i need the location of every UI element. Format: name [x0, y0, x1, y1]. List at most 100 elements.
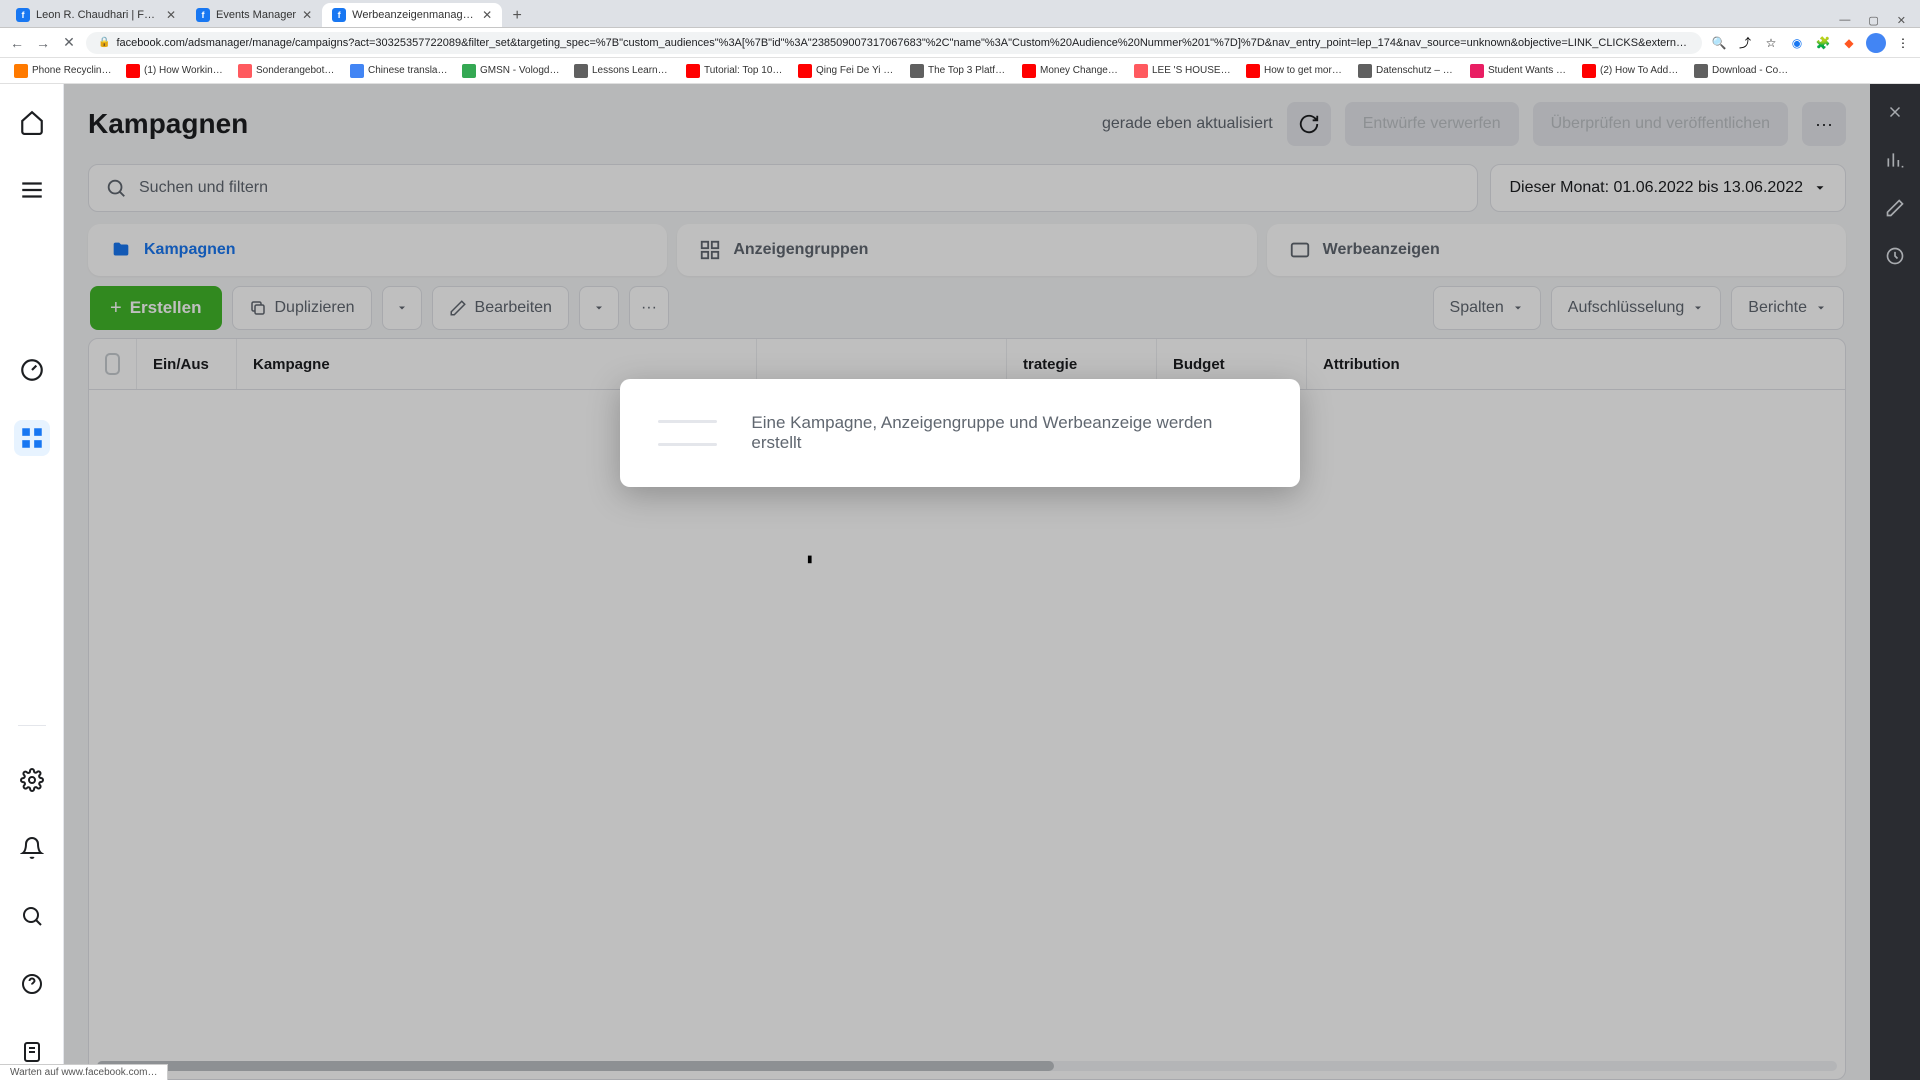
grid-icon — [19, 425, 45, 451]
bookmark-favicon-icon — [1470, 64, 1484, 78]
bell-icon — [20, 836, 44, 860]
bookmark-item[interactable]: Sonderangebot | … — [232, 64, 342, 78]
bookmark-favicon-icon — [1246, 64, 1260, 78]
right-rail-history[interactable] — [1883, 244, 1907, 268]
chrome-menu-icon[interactable]: ⋮ — [1894, 34, 1912, 52]
content-area: Kampagnen gerade eben aktualisiert Entwü… — [64, 84, 1870, 1080]
window-close-icon[interactable]: ✕ — [1897, 14, 1906, 27]
search-icon[interactable]: 🔍 — [1710, 34, 1728, 52]
puzzle-ext-icon[interactable]: 🧩 — [1814, 34, 1832, 52]
bookmark-item[interactable]: The Top 3 Platfor… — [904, 64, 1014, 78]
bookmark-label: Chinese translatio… — [368, 65, 448, 76]
facebook-favicon-icon: f — [16, 8, 30, 22]
rail-settings[interactable] — [14, 762, 50, 798]
bookmark-favicon-icon — [238, 64, 252, 78]
pencil-icon — [1885, 198, 1905, 218]
bookmark-favicon-icon — [126, 64, 140, 78]
bookmark-favicon-icon — [462, 64, 476, 78]
bookmark-label: How to get more v… — [1264, 65, 1344, 76]
creating-modal: Eine Kampagne, Anzeigengruppe und Werbea… — [620, 379, 1300, 487]
spinner-placeholder-icon — [658, 420, 717, 446]
browser-tab-2[interactable]: f Werbeanzeigenmanager - We ✕ — [322, 3, 502, 27]
bookmark-favicon-icon — [910, 64, 924, 78]
modal-backdrop — [64, 84, 1870, 1080]
bookmark-favicon-icon — [1358, 64, 1372, 78]
bookmark-item[interactable]: How to get more v… — [1240, 64, 1350, 78]
cursor-indicator: ▮ — [807, 554, 813, 565]
home-icon — [19, 109, 45, 135]
bookmarks-bar: Phone Recycling… (1) How Working a… Sond… — [0, 58, 1920, 84]
browser-tab-1[interactable]: f Events Manager ✕ — [186, 3, 322, 27]
window-controls: — ▢ ✕ — [1831, 14, 1914, 27]
window-max-icon[interactable]: ▢ — [1868, 14, 1878, 27]
right-rail-edit[interactable] — [1883, 196, 1907, 220]
bookmark-label: Tutorial: Top 10 … — [704, 65, 784, 76]
extension-row: 🔍 ⤴ ☆ ◉ 🧩 ◆ ⋮ — [1710, 33, 1912, 53]
bookmark-item[interactable]: Money Changes E… — [1016, 64, 1126, 78]
bookmark-label: Student Wants an… — [1488, 65, 1568, 76]
reload-button[interactable]: ✕ — [60, 34, 78, 52]
bookmark-favicon-icon — [686, 64, 700, 78]
right-rail-close[interactable] — [1883, 100, 1907, 124]
left-rail — [0, 84, 64, 1080]
close-icon[interactable]: ✕ — [302, 8, 312, 22]
bookmark-item[interactable]: Lessons Learned f… — [568, 64, 678, 78]
bookmark-item[interactable]: Download - Cooki… — [1688, 64, 1798, 78]
bookmark-item[interactable]: Student Wants an… — [1464, 64, 1574, 78]
bookmark-favicon-icon — [798, 64, 812, 78]
rail-search[interactable] — [14, 898, 50, 934]
rail-grid[interactable] — [14, 420, 50, 456]
facebook-favicon-icon: f — [196, 8, 210, 22]
close-icon[interactable]: ✕ — [482, 8, 492, 22]
bookmark-favicon-icon — [574, 64, 588, 78]
help-icon — [20, 972, 44, 996]
bookmark-label: GMSN - Vologda… — [480, 65, 560, 76]
bookmark-label: The Top 3 Platfor… — [928, 65, 1008, 76]
right-rail — [1870, 84, 1920, 1080]
bookmark-item[interactable]: Qing Fei De Yi - … — [792, 64, 902, 78]
bookmark-label: LEE 'S HOUSE–… — [1152, 65, 1232, 76]
shield-ext-icon[interactable]: ◆ — [1840, 34, 1858, 52]
bookmark-label: Sonderangebot | … — [256, 65, 336, 76]
rail-menu[interactable] — [14, 172, 50, 208]
rail-bell[interactable] — [14, 830, 50, 866]
close-icon[interactable]: ✕ — [166, 8, 176, 22]
bookmark-label: Money Changes E… — [1040, 65, 1120, 76]
facebook-favicon-icon: f — [332, 8, 346, 22]
rail-help[interactable] — [14, 966, 50, 1002]
app-root: Kampagnen gerade eben aktualisiert Entwü… — [0, 84, 1920, 1080]
bookmark-item[interactable]: GMSN - Vologda… — [456, 64, 566, 78]
window-min-icon[interactable]: — — [1839, 14, 1850, 27]
report-icon — [20, 1040, 44, 1064]
rail-gauge[interactable] — [14, 352, 50, 388]
bookmark-item[interactable]: Tutorial: Top 10 … — [680, 64, 790, 78]
rail-home[interactable] — [14, 104, 50, 140]
share-icon[interactable]: ⤴ — [1736, 34, 1754, 52]
bookmark-item[interactable]: LEE 'S HOUSE–… — [1128, 64, 1238, 78]
bookmark-favicon-icon — [350, 64, 364, 78]
gear-icon — [20, 768, 44, 792]
forward-button[interactable]: → — [34, 34, 52, 52]
star-icon[interactable]: ☆ — [1762, 34, 1780, 52]
browser-tab-0[interactable]: f Leon R. Chaudhari | Facebook ✕ — [6, 3, 186, 27]
right-rail-chart[interactable] — [1883, 148, 1907, 172]
bookmark-favicon-icon — [14, 64, 28, 78]
new-tab-button[interactable]: + — [506, 5, 528, 27]
bookmark-item[interactable]: Datenschutz – Re… — [1352, 64, 1462, 78]
bookmark-item[interactable]: Phone Recycling… — [8, 64, 118, 78]
bookmark-label: Qing Fei De Yi - … — [816, 65, 896, 76]
tab-title: Werbeanzeigenmanager - We — [352, 9, 476, 21]
bookmark-item[interactable]: Chinese translatio… — [344, 64, 454, 78]
bookmark-item[interactable]: (1) How Working a… — [120, 64, 230, 78]
chrome-avatar[interactable] — [1866, 33, 1886, 53]
close-icon — [1886, 103, 1904, 121]
url-input[interactable]: 🔒 facebook.com/adsmanager/manage/campaig… — [86, 32, 1702, 54]
browser-status-bar: Warten auf www.facebook.com… — [0, 1064, 168, 1080]
bookmark-item[interactable]: (2) How To Add A… — [1576, 64, 1686, 78]
fb-pixel-ext-icon[interactable]: ◉ — [1788, 34, 1806, 52]
tab-title: Events Manager — [216, 9, 296, 21]
bookmark-label: (1) How Working a… — [144, 65, 224, 76]
back-button[interactable]: ← — [8, 34, 26, 52]
modal-message: Eine Kampagne, Anzeigengruppe und Werbea… — [751, 413, 1262, 453]
bookmark-label: (2) How To Add A… — [1600, 65, 1680, 76]
